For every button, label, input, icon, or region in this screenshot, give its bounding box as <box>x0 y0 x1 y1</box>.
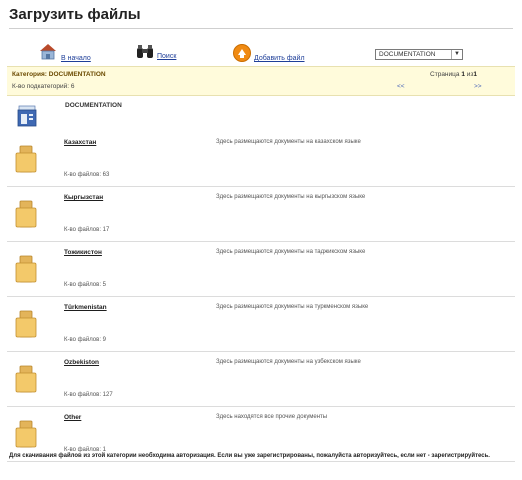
subcategory-link[interactable]: Türkmenistan <box>64 304 107 311</box>
add-file-label[interactable]: Добавить файл <box>254 55 305 62</box>
subcategory-link[interactable]: Тожикистон <box>64 249 102 256</box>
subcategory-row: Ozbekiston Здесь размещаются документы н… <box>7 352 515 407</box>
upload-files-page: Загрузить файлы В начало Поиск Добавить <box>0 0 522 480</box>
subcategory-list: Казахстан Здесь размещаются документы на… <box>7 132 515 462</box>
subcategory-link[interactable]: Казахстан <box>64 139 96 146</box>
home-link[interactable]: В начало <box>38 42 91 62</box>
subcategory-row: Türkmenistan Здесь размещаются документы… <box>7 297 515 352</box>
subcategory-link[interactable]: Кыргызстан <box>64 194 103 201</box>
folder-icon <box>15 145 37 173</box>
page-current: 1 <box>461 71 465 78</box>
subcategory-description: Здесь размещаются документы на казахском… <box>216 139 361 145</box>
page-title: Загрузить файлы <box>9 6 141 23</box>
home-label[interactable]: В начало <box>61 55 91 62</box>
category-bar: Категория: DOCUMENTATION К-во подкатегор… <box>7 66 515 96</box>
subcategory-row: Тожикистон Здесь размещаются документы н… <box>7 242 515 297</box>
folder-icon <box>15 200 37 228</box>
file-count: К-во файлов: 9 <box>64 337 107 343</box>
search-link[interactable]: Поиск <box>136 44 176 60</box>
next-page-link[interactable]: >> <box>474 83 482 90</box>
subcategory-description: Здесь размещаются документы на туркменск… <box>216 304 369 310</box>
subcategory-row: Казахстан Здесь размещаются документы на… <box>7 132 515 187</box>
folder-icon <box>15 310 37 338</box>
add-file-link[interactable]: Добавить файл <box>233 44 305 62</box>
home-icon <box>40 44 56 60</box>
subcategory-link[interactable]: Other <box>64 414 81 421</box>
folder-icon <box>15 420 37 448</box>
title-divider <box>9 28 513 29</box>
category-select[interactable]: DOCUMENTATION ▼ <box>375 49 463 60</box>
file-cabinet-icon <box>17 105 37 127</box>
prev-page-link[interactable]: << <box>397 83 405 90</box>
file-count: К-во файлов: 127 <box>64 392 113 398</box>
authorization-notice: Для скачивания файлов из этой категории … <box>9 453 490 459</box>
subcategory-description: Здесь находятся все прочие документы <box>216 414 328 420</box>
category-select-value: DOCUMENTATION <box>379 51 436 58</box>
binoculars-icon <box>137 45 153 58</box>
current-category-label: DOCUMENTATION <box>65 102 122 109</box>
file-count: К-во файлов: 5 <box>64 282 107 288</box>
pagination-info: Страница 1 из1 <box>430 71 477 78</box>
subcategory-row: Кыргызстан Здесь размещаются документы н… <box>7 187 515 242</box>
subcategory-link[interactable]: Ozbekiston <box>64 359 99 366</box>
subcategory-count: К-во подкатегорий: 6 <box>12 83 75 90</box>
page-total: 1 <box>473 71 477 78</box>
page-label: Страница <box>430 71 460 78</box>
folder-icon <box>15 255 37 283</box>
file-count: К-во файлов: 17 <box>64 227 110 233</box>
current-category: DOCUMENTATION <box>16 102 506 136</box>
subcategory-description: Здесь размещаются документы на таджикско… <box>216 249 366 255</box>
folder-icon <box>15 365 37 393</box>
category-name: Категория: DOCUMENTATION <box>12 71 106 78</box>
file-count: К-во файлов: 63 <box>64 172 110 178</box>
upload-arrow-icon <box>233 44 251 62</box>
subcategory-description: Здесь размещаются документы на кыргызско… <box>216 194 366 200</box>
subcategory-description: Здесь размещаются документы на узбекском… <box>216 359 361 365</box>
chevron-down-icon[interactable]: ▼ <box>451 50 462 59</box>
search-label[interactable]: Поиск <box>157 53 176 60</box>
